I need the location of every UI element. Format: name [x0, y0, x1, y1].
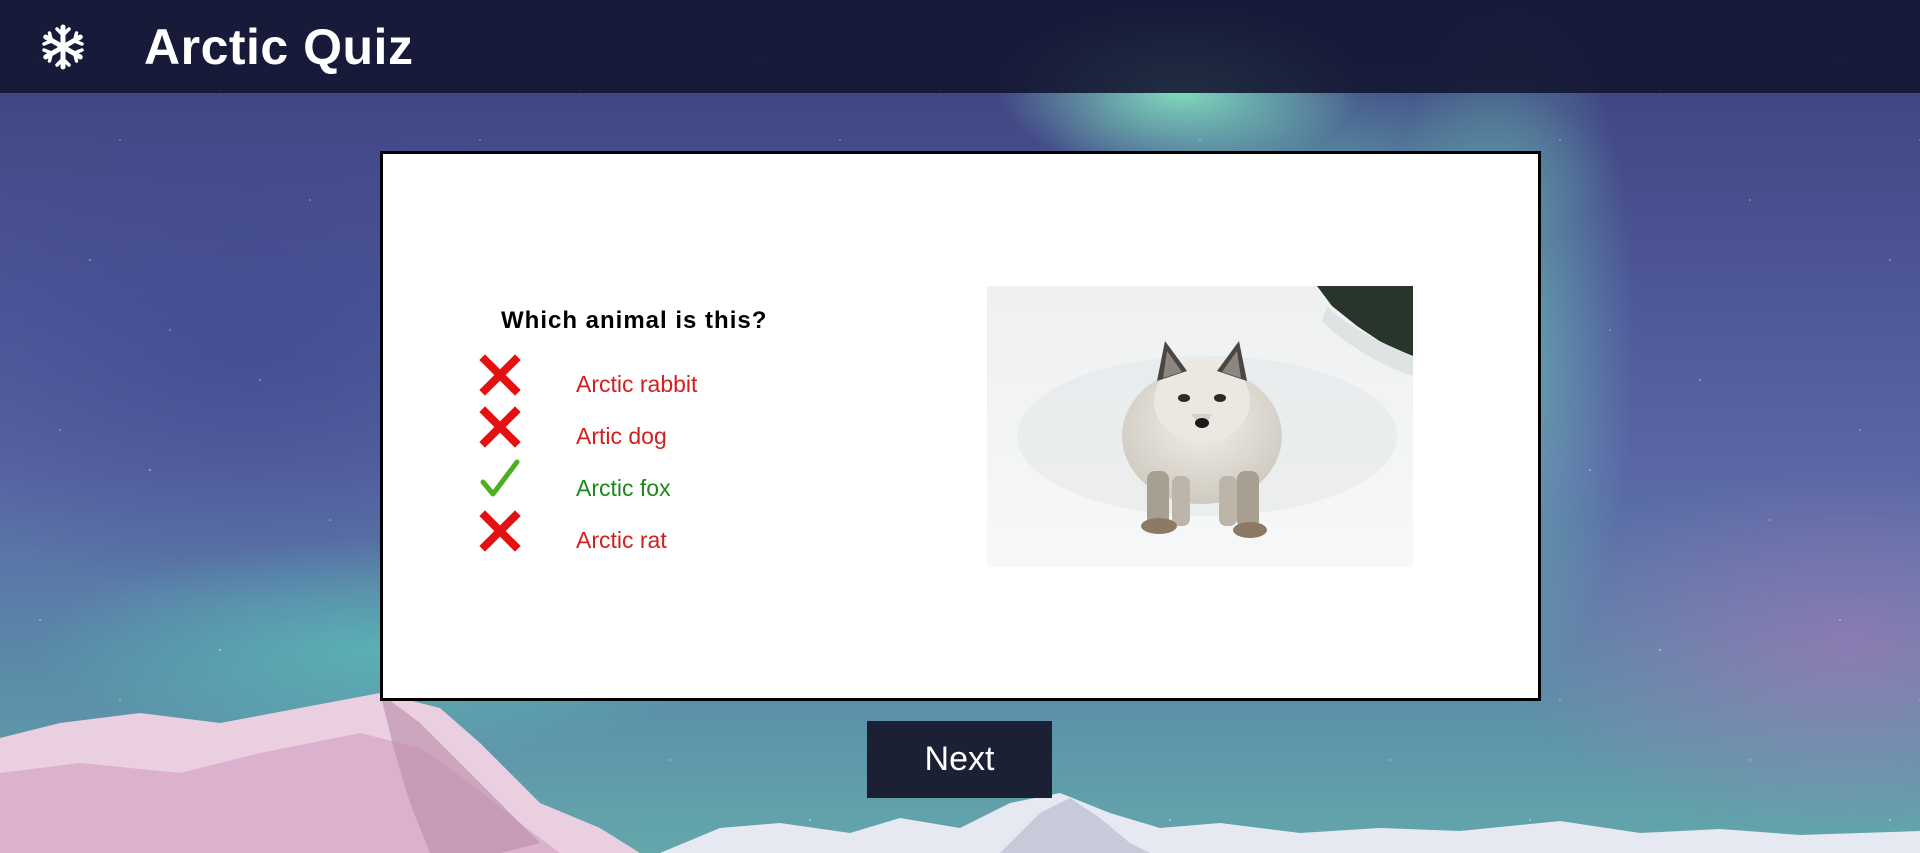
answer-list: Arctic rabbit Artic dog Arctic fox Arcti… — [479, 354, 779, 565]
app-header: Arctic Quiz — [0, 0, 1920, 93]
next-button[interactable]: Next — [867, 721, 1052, 798]
snowflake-icon — [37, 21, 89, 73]
answer-option-arctic-fox[interactable]: Arctic fox — [479, 459, 779, 513]
answer-label: Arctic rabbit — [576, 371, 698, 397]
answer-label: Arctic rat — [576, 527, 667, 553]
answer-option-arctic-rat[interactable]: Arctic rat — [479, 510, 779, 565]
cross-icon — [479, 406, 521, 448]
quiz-card: Which animal is this? Arctic rabbit Arti… — [380, 151, 1541, 701]
answer-label: Artic dog — [576, 423, 667, 449]
checkmark-icon — [480, 459, 520, 497]
question-text: Which animal is this? — [501, 307, 768, 334]
cross-icon — [479, 510, 521, 552]
app-title: Arctic Quiz — [144, 18, 414, 75]
answer-label: Arctic fox — [576, 475, 671, 501]
arctic-fox-photo — [987, 286, 1413, 567]
cross-icon — [479, 354, 521, 396]
answer-option-artic-dog[interactable]: Artic dog — [479, 406, 779, 461]
answer-option-arctic-rabbit[interactable]: Arctic rabbit — [479, 354, 779, 409]
